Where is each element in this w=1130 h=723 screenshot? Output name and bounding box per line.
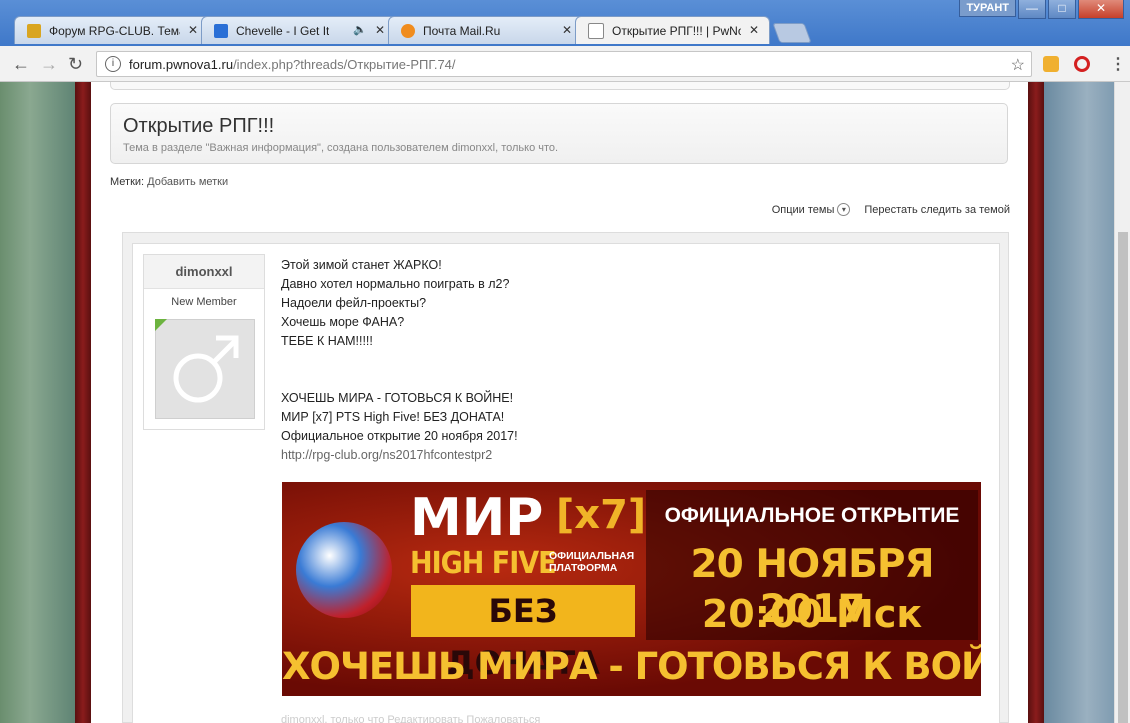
page-favicon-icon xyxy=(588,22,604,39)
unwatch-thread-link[interactable]: Перестать следить за темой xyxy=(864,204,1010,216)
bookmark-star-icon[interactable]: ☆ xyxy=(1011,55,1025,75)
thread-description: Тема в разделе "Важная информация", созд… xyxy=(123,142,559,154)
tab-close-icon[interactable]: ✕ xyxy=(375,23,385,37)
post: dimonxxl New Member Этой зимой станет ЖА… xyxy=(132,243,1000,723)
back-button[interactable]: ← xyxy=(12,54,30,75)
url-host: forum.pwnova1.ru xyxy=(129,56,234,72)
post-link[interactable]: http://rpg-club.org/ns2017hfcontestpr2 xyxy=(281,446,518,465)
banner-x7: [x7] xyxy=(556,492,647,538)
post-container: dimonxxl New Member Этой зимой станет ЖА… xyxy=(122,232,1009,723)
post-message: Этой зимой станет ЖАРКО! Давно хотел нор… xyxy=(281,256,518,465)
page-scrollbar[interactable] xyxy=(1114,82,1130,723)
youtube-favicon-icon xyxy=(214,23,228,38)
banner-platform-text: ОФИЦИАЛЬНАЯ ПЛАТФОРМА xyxy=(549,550,635,574)
tags-label: Метки: xyxy=(110,176,145,188)
thread-tags: Метки: Добавить метки xyxy=(110,176,228,188)
banner-slogan: ХОЧЕШЬ МИРА - ГОТОВЬСЯ К ВОЙНЕ xyxy=(282,645,981,688)
audio-playing-icon[interactable]: 🔈 xyxy=(353,23,367,36)
browser-menu-icon[interactable]: ⋮ xyxy=(1110,54,1126,74)
profile-badge[interactable]: ТУРАНТ xyxy=(959,0,1016,17)
tab-rpg-club[interactable]: Форум RPG-CLUB. Тема ✕ xyxy=(14,16,209,44)
thread-header: Открытие РПГ!!! Тема в разделе "Важная и… xyxy=(110,103,1008,164)
message-line: ХОЧЕШЬ МИРА - ГОТОВЬСЯ К ВОЙНЕ! xyxy=(281,391,514,405)
thread-options-bar: Опции темы ▾ Перестать следить за темой xyxy=(772,203,1010,216)
url-path: /index.php?threads/Открытие-РПГ.74/ xyxy=(233,56,456,72)
tab-close-icon[interactable]: ✕ xyxy=(749,23,759,37)
forum-content: Открытие РПГ!!! Тема в разделе "Важная и… xyxy=(91,82,1028,723)
message-line: Надоели фейл-проекты? xyxy=(281,296,427,310)
rpg-club-favicon-icon xyxy=(27,23,41,38)
user-title: New Member xyxy=(171,296,237,308)
post-footer: dimonxxl, только что Редактировать Пожал… xyxy=(281,714,541,723)
tab-strip: Форум RPG-CLUB. Тема ✕ Chevelle - I Get … xyxy=(14,16,812,46)
message-line: Этой зимой станет ЖАРКО! xyxy=(281,258,442,272)
background-art-left xyxy=(0,82,75,723)
banner-mir: МИР xyxy=(410,488,544,548)
user-info-box: dimonxxl New Member xyxy=(143,254,265,430)
tab-close-icon[interactable]: ✕ xyxy=(188,23,198,37)
chevron-down-icon[interactable]: ▾ xyxy=(837,203,851,216)
tab-chevelle[interactable]: Chevelle - I Get It 🔈 ✕ xyxy=(201,16,396,44)
opera-extension-icon[interactable] xyxy=(1074,56,1090,72)
thread-options-link[interactable]: Опции темы xyxy=(772,204,835,216)
online-indicator-icon xyxy=(155,319,167,331)
close-window-button[interactable]: ✕ xyxy=(1078,0,1124,19)
window-controls: ТУРАНТ — □ ✕ xyxy=(959,0,1124,19)
tab-label: Открытие РПГ!!! | PwNo xyxy=(612,23,741,38)
maximize-button[interactable]: □ xyxy=(1048,0,1076,19)
scrollbar-thumb[interactable] xyxy=(1118,232,1128,723)
banner-platform: ОФИЦИАЛЬНАЯ ПЛАТФОРМА xyxy=(549,550,639,574)
tab-close-icon[interactable]: ✕ xyxy=(562,23,572,37)
address-bar[interactable]: i forum.pwnova1.ru /index.php?threads/От… xyxy=(96,51,1032,77)
forward-button[interactable]: → xyxy=(40,54,58,75)
tab-label: Форум RPG-CLUB. Тема xyxy=(49,23,180,38)
message-line: ТЕБЕ К НАМ!!!!! xyxy=(281,334,373,348)
tab-label: Почта Mail.Ru xyxy=(423,23,501,38)
site-info-icon[interactable]: i xyxy=(105,56,121,72)
message-line: МИР [x7] PTS High Five! БЕЗ ДОНАТА! xyxy=(281,410,505,424)
tab-mail-ru[interactable]: Почта Mail.Ru ✕ xyxy=(388,16,583,44)
minimize-button[interactable]: — xyxy=(1018,0,1046,19)
promo-banner-image[interactable]: МИР [x7] HIGH FIVE ОФИЦИАЛЬНАЯ ПЛАТФОРМА… xyxy=(282,482,981,696)
tab-label: Chevelle - I Get It xyxy=(236,23,330,38)
thread-title: Открытие РПГ!!! xyxy=(123,115,275,137)
globe-logo-icon xyxy=(296,522,392,618)
tab-open-rpg[interactable]: Открытие РПГ!!! | PwNo ✕ xyxy=(575,16,770,44)
banner-high-five: HIGH FIVE xyxy=(410,546,557,581)
new-tab-button[interactable] xyxy=(772,23,812,43)
avatar[interactable] xyxy=(155,319,255,419)
reload-button[interactable]: ↻ xyxy=(68,54,83,75)
extension-icon[interactable] xyxy=(1043,56,1059,72)
breadcrumb xyxy=(110,82,1010,90)
message-line: Хочешь море ФАНА? xyxy=(281,315,405,329)
male-symbol-icon xyxy=(173,335,239,403)
page-viewport: Открытие РПГ!!! Тема в разделе "Важная и… xyxy=(0,82,1130,723)
banner-time: 20:00 Мск xyxy=(701,592,923,636)
message-line: Давно хотел нормально поиграть в л2? xyxy=(281,277,510,291)
background-border-left xyxy=(75,82,91,723)
background-border-right xyxy=(1028,82,1044,723)
post-username[interactable]: dimonxxl xyxy=(144,255,264,289)
add-tags-link[interactable]: Добавить метки xyxy=(147,176,228,188)
mail-ru-favicon-icon xyxy=(401,23,415,38)
banner-no-donate: БЕЗ ДОНАТА xyxy=(411,585,635,682)
window-titlebar: Форум RPG-CLUB. Тема ✕ Chevelle - I Get … xyxy=(0,0,1130,46)
browser-toolbar: ← → ↻ i forum.pwnova1.ru /index.php?thre… xyxy=(0,46,1130,82)
banner-official-opening: ОФИЦИАЛЬНОЕ ОТКРЫТИЕ xyxy=(664,504,960,527)
message-line: Официальное открытие 20 ноября 2017! xyxy=(281,429,518,443)
